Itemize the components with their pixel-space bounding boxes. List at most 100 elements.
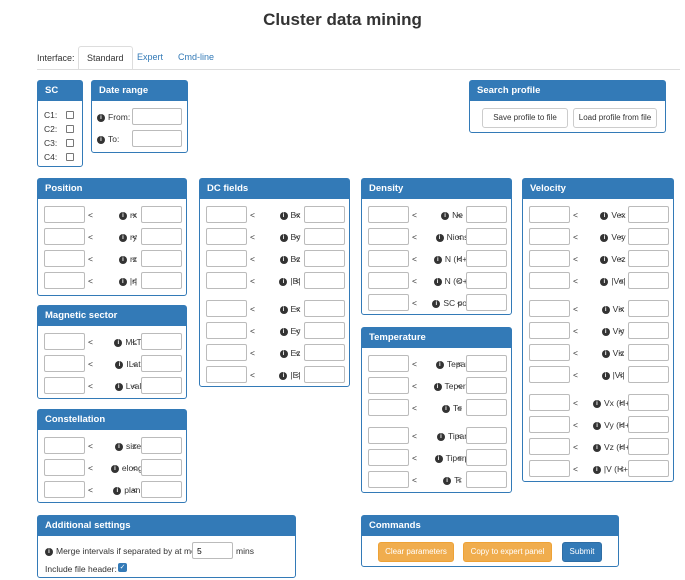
param-max-input[interactable] (141, 377, 182, 394)
param-max-input[interactable] (304, 228, 345, 245)
submit-button[interactable]: Submit (562, 542, 602, 562)
param-max-input[interactable] (304, 250, 345, 267)
sc-checkbox[interactable] (66, 139, 74, 147)
load-profile-button[interactable]: Load profile from file (573, 108, 657, 128)
param-max-input[interactable] (466, 377, 507, 394)
param-max-input[interactable] (628, 300, 669, 317)
param-max-input[interactable] (304, 366, 345, 383)
param-min-input[interactable] (529, 416, 570, 433)
param-min-input[interactable] (529, 394, 570, 411)
param-max-input[interactable] (466, 427, 507, 444)
param-min-input[interactable] (368, 228, 409, 245)
param-min-input[interactable] (368, 377, 409, 394)
param-min-input[interactable] (529, 272, 570, 289)
param-min-input[interactable] (206, 300, 247, 317)
param-min-input[interactable] (529, 250, 570, 267)
param-min-input[interactable] (44, 459, 85, 476)
sc-checkbox[interactable] (66, 125, 74, 133)
clear-parameters-button[interactable]: Clear parameters (378, 542, 454, 562)
param-max-input[interactable] (466, 449, 507, 466)
param-min-input[interactable] (44, 333, 85, 350)
param-min-input[interactable] (368, 272, 409, 289)
date-from-input[interactable] (132, 108, 182, 125)
param-max-input[interactable] (141, 437, 182, 454)
param-min-input[interactable] (44, 355, 85, 372)
sc-checkbox[interactable] (66, 153, 74, 161)
param-max-input[interactable] (628, 416, 669, 433)
param-max-input[interactable] (466, 294, 507, 311)
param-min-input[interactable] (529, 460, 570, 477)
tab-expert[interactable]: Expert (129, 46, 171, 70)
param-min-input[interactable] (368, 355, 409, 372)
param-min-input[interactable] (44, 377, 85, 394)
param-max-input[interactable] (628, 366, 669, 383)
param-min-input[interactable] (44, 437, 85, 454)
param-min-input[interactable] (206, 206, 247, 223)
param-min-input[interactable] (44, 228, 85, 245)
param-min-input[interactable] (529, 366, 570, 383)
param-min-input[interactable] (206, 250, 247, 267)
param-min-input[interactable] (44, 250, 85, 267)
param-max-input[interactable] (628, 344, 669, 361)
param-min-input[interactable] (529, 228, 570, 245)
param-min-input[interactable] (206, 228, 247, 245)
param-min-input[interactable] (368, 250, 409, 267)
param-max-input[interactable] (141, 333, 182, 350)
param-max-input[interactable] (141, 459, 182, 476)
param-min-input[interactable] (44, 206, 85, 223)
param-min-input[interactable] (368, 427, 409, 444)
param-max-input[interactable] (466, 206, 507, 223)
param-max-input[interactable] (141, 272, 182, 289)
param-min-input[interactable] (529, 438, 570, 455)
param-min-input[interactable] (368, 471, 409, 488)
param-max-input[interactable] (628, 206, 669, 223)
param-max-input[interactable] (141, 250, 182, 267)
info-icon: i (432, 299, 441, 308)
param-max-input[interactable] (466, 250, 507, 267)
tab-standard[interactable]: Standard (78, 46, 133, 70)
param-max-input[interactable] (304, 344, 345, 361)
param-max-input[interactable] (304, 322, 345, 339)
param-max-input[interactable] (466, 399, 507, 416)
param-min-input[interactable] (206, 272, 247, 289)
param-min-input[interactable] (529, 344, 570, 361)
param-max-input[interactable] (628, 322, 669, 339)
param-min-input[interactable] (368, 449, 409, 466)
param-min-input[interactable] (368, 399, 409, 416)
param-max-input[interactable] (466, 471, 507, 488)
param-max-input[interactable] (304, 272, 345, 289)
include-header-checkbox[interactable]: ✓ (118, 563, 127, 572)
tab-cmd-line[interactable]: Cmd-line (170, 46, 222, 70)
save-profile-button[interactable]: Save profile to file (482, 108, 568, 128)
param-max-input[interactable] (628, 272, 669, 289)
param-max-input[interactable] (141, 228, 182, 245)
date-to-input[interactable] (132, 130, 182, 147)
param-max-input[interactable] (141, 481, 182, 498)
param-min-input[interactable] (206, 366, 247, 383)
copy-to-expert-button[interactable]: Copy to expert panel (463, 542, 552, 562)
param-max-input[interactable] (628, 394, 669, 411)
param-max-input[interactable] (628, 250, 669, 267)
param-min-input[interactable] (368, 294, 409, 311)
param-min-input[interactable] (206, 344, 247, 361)
param-max-input[interactable] (628, 438, 669, 455)
param-max-input[interactable] (141, 206, 182, 223)
param-min-input[interactable] (206, 322, 247, 339)
param-min-input[interactable] (44, 481, 85, 498)
param-max-input[interactable] (466, 228, 507, 245)
merge-input[interactable] (192, 542, 233, 559)
param-max-input[interactable] (628, 460, 669, 477)
param-min-input[interactable] (529, 322, 570, 339)
param-max-input[interactable] (628, 228, 669, 245)
less-than-sign: < (619, 326, 624, 336)
param-max-input[interactable] (141, 355, 182, 372)
param-min-input[interactable] (368, 206, 409, 223)
param-min-input[interactable] (529, 300, 570, 317)
param-max-input[interactable] (466, 355, 507, 372)
sc-checkbox[interactable] (66, 111, 74, 119)
param-max-input[interactable] (304, 300, 345, 317)
param-min-input[interactable] (44, 272, 85, 289)
param-max-input[interactable] (466, 272, 507, 289)
param-max-input[interactable] (304, 206, 345, 223)
param-min-input[interactable] (529, 206, 570, 223)
